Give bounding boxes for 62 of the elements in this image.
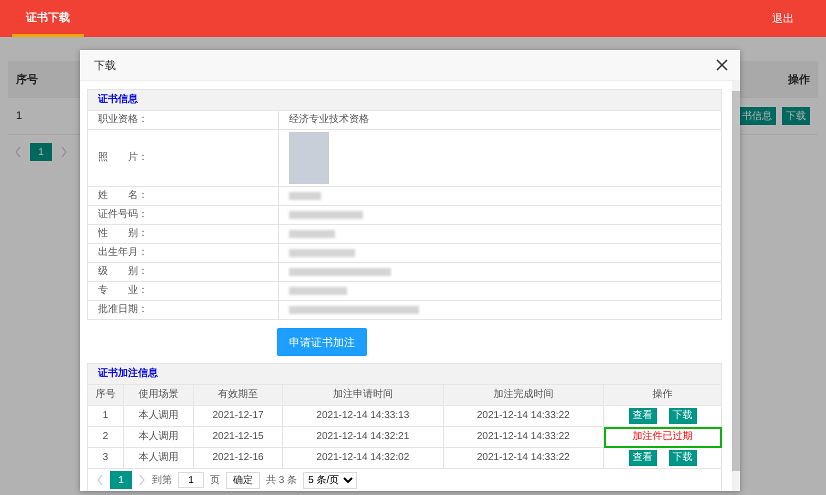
total-count: 共 3 条 bbox=[266, 474, 298, 487]
column-header: 操作 bbox=[604, 384, 722, 406]
field-label: 照 片： bbox=[88, 130, 278, 186]
page-unit: 页 bbox=[210, 474, 220, 487]
table-cell: 2021-12-14 14:32:02 bbox=[282, 448, 444, 468]
table-cell: 3 bbox=[88, 448, 124, 468]
column-header: 操作 bbox=[788, 72, 810, 86]
blurred-value bbox=[289, 287, 347, 295]
blurred-value bbox=[289, 249, 355, 257]
action-button[interactable]: 下载 bbox=[782, 107, 810, 125]
field-label: 证件号码： bbox=[88, 206, 278, 224]
section-title: 证书信息 bbox=[88, 90, 722, 110]
page-input[interactable]: 1 bbox=[178, 472, 204, 488]
column-header: 加注申请时间 bbox=[282, 384, 444, 406]
column-header: 使用场景 bbox=[123, 384, 194, 406]
field-label: 性 别： bbox=[88, 224, 278, 244]
table-cell: 2 bbox=[88, 426, 124, 448]
apply-annotation-button[interactable]: 申请证书加注 bbox=[277, 328, 367, 356]
table-cell: 本人调用 bbox=[123, 448, 194, 468]
table-cell: 1 bbox=[16, 110, 22, 122]
table-cell: 1 bbox=[88, 406, 124, 426]
table-cell: 2021-12-15 bbox=[193, 426, 283, 448]
action-button[interactable]: 书信息 bbox=[738, 107, 776, 125]
dialog-title: 下载 bbox=[94, 58, 116, 72]
table-cell: 本人调用 bbox=[123, 426, 194, 448]
confirm-button[interactable]: 确定 bbox=[226, 472, 260, 488]
column-header: 有效期至 bbox=[193, 384, 283, 406]
close-icon[interactable] bbox=[716, 59, 728, 71]
field-label: 级 别： bbox=[88, 262, 278, 282]
table-cell: 2021-12-16 bbox=[193, 448, 283, 468]
table-cell: 2021-12-14 14:33:22 bbox=[443, 448, 604, 468]
column-header: 序号 bbox=[16, 72, 38, 86]
nav-tab[interactable]: 证书下载 bbox=[12, 0, 84, 37]
table-cell: 2021-12-14 14:33:22 bbox=[443, 406, 604, 426]
page-size-select[interactable]: 5 条/页 bbox=[303, 472, 358, 488]
blurred-value bbox=[289, 192, 321, 200]
blurred-value bbox=[289, 230, 335, 238]
page-button[interactable]: 1 bbox=[30, 143, 52, 161]
table-cell: 2021-12-14 14:33:22 bbox=[443, 426, 604, 448]
action-button[interactable]: 查看 bbox=[628, 408, 656, 424]
field-label: 职业资格： bbox=[88, 110, 278, 130]
column-header: 加注完成时间 bbox=[443, 384, 604, 406]
action-button[interactable]: 查看 bbox=[628, 450, 656, 466]
column-header: 序号 bbox=[88, 384, 124, 406]
scrollbar-thumb[interactable] bbox=[732, 91, 740, 471]
expired-status: 加注件已过期 bbox=[632, 431, 692, 443]
section-title: 证书加注信息 bbox=[88, 364, 722, 384]
field-value: 经济专业技术资格 bbox=[289, 114, 369, 125]
table-cell: 2021-12-14 14:32:21 bbox=[282, 426, 444, 448]
field-label: 批准日期： bbox=[88, 300, 278, 320]
table-cell: 2021-12-17 bbox=[193, 406, 283, 426]
action-button[interactable]: 下载 bbox=[668, 450, 696, 466]
page-button[interactable]: 1 bbox=[110, 471, 132, 489]
logout-link[interactable]: 退出 bbox=[772, 0, 794, 37]
action-button[interactable]: 下载 bbox=[668, 408, 696, 424]
table-cell: 本人调用 bbox=[123, 406, 194, 426]
field-label: 出生年月： bbox=[88, 244, 278, 262]
field-label: 专 业： bbox=[88, 282, 278, 300]
goto-label: 到第 bbox=[152, 474, 172, 487]
field-label: 姓 名： bbox=[88, 186, 278, 206]
table-cell: 2021-12-14 14:33:13 bbox=[282, 406, 444, 426]
photo-placeholder bbox=[289, 132, 329, 184]
